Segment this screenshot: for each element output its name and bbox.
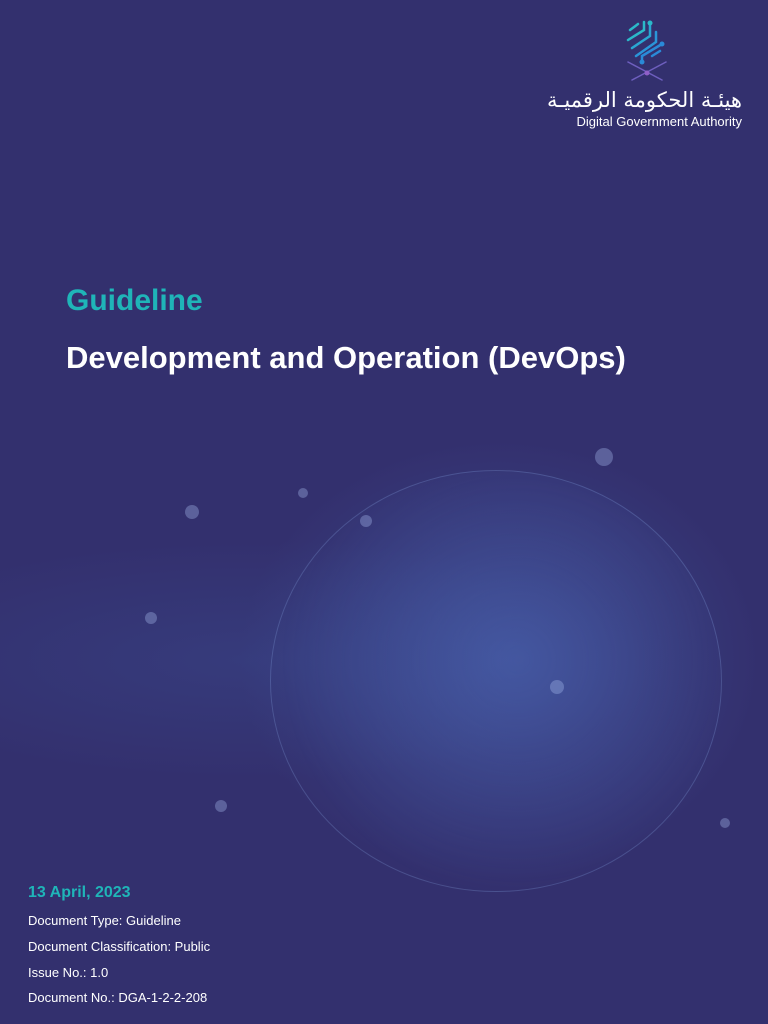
particle — [720, 818, 730, 828]
circuit-logo-icon — [626, 20, 667, 81]
document-type-label: Guideline — [66, 284, 203, 317]
particle — [185, 505, 199, 519]
particle — [215, 800, 227, 812]
issue-number: Issue No.: 1.0 — [28, 965, 109, 980]
particle — [298, 488, 308, 498]
page-title: Development and Operation (DevOps) — [66, 340, 626, 375]
logo-english-name: Digital Government Authority — [576, 114, 742, 129]
particle — [145, 612, 157, 624]
logo-arabic-name: هيئـة الحكومة الرقميـة — [547, 88, 742, 112]
particle — [595, 448, 613, 466]
document-number: Document No.: DGA-1-2-2-208 — [28, 990, 208, 1005]
globe-image — [270, 470, 722, 892]
particle — [550, 680, 564, 694]
particle — [360, 515, 372, 527]
document-date: 13 April, 2023 — [28, 884, 131, 901]
document-type: Document Type: Guideline — [28, 913, 181, 928]
document-classification: Document Classification: Public — [28, 939, 211, 954]
